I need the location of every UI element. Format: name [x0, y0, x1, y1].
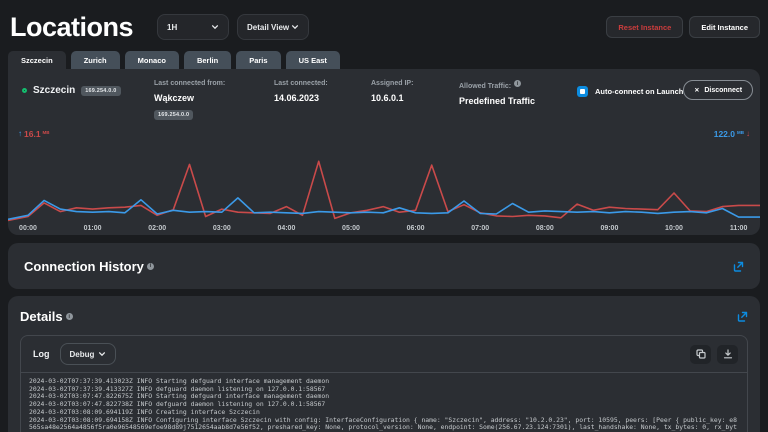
disconnect-button[interactable]: ✕ Disconnect: [683, 80, 753, 100]
field-allowed-traffic: Allowed Traffic:i Predefined Traffic: [459, 76, 577, 121]
connection-fields: Last connected from:Wąkczew169.254.0.0La…: [154, 76, 577, 121]
x-tick-label: 00:00: [19, 225, 37, 232]
info-icon[interactable]: i: [66, 313, 73, 320]
page-header: Locations 1H Detail View Reset Instance …: [0, 0, 768, 44]
connection-summary-row: Szczecin 169.254.0.0 Last connected from…: [8, 76, 760, 121]
autoconnect-checkbox[interactable]: Auto-connect on Launch: [577, 76, 683, 97]
log-card: Log Debug 2024-03-02T07:37:39.413023Z IN…: [20, 335, 748, 432]
x-tick-label: 09:00: [600, 225, 618, 232]
location-detail-panel: Szczecin 169.254.0.0 Last connected from…: [8, 69, 760, 235]
view-mode-value: Detail View: [247, 23, 289, 32]
time-range-value: 1H: [167, 23, 177, 32]
autoconnect-label: Auto-connect on Launch: [595, 87, 683, 96]
connection-name: Szczecin: [33, 85, 75, 96]
connection-ip-badge: 169.254.0.0: [81, 86, 120, 96]
download-log-button[interactable]: [717, 345, 738, 364]
tab-szczecin[interactable]: Szczecin: [8, 51, 66, 69]
view-mode-select[interactable]: Detail View: [237, 14, 309, 40]
connection-identity: Szczecin 169.254.0.0: [22, 76, 154, 96]
page-title: Locations: [10, 12, 133, 43]
x-tick-label: 08:00: [536, 225, 554, 232]
edit-instance-button[interactable]: Edit Instance: [689, 16, 760, 38]
x-tick-label: 03:00: [213, 225, 231, 232]
upload-total-unit: MB: [43, 130, 50, 135]
info-icon[interactable]: i: [147, 263, 154, 270]
download-total-unit: MB: [737, 130, 744, 135]
chevron-down-icon: [98, 350, 106, 358]
details-header: Details i: [20, 309, 748, 324]
field-label: Last connected from:: [154, 80, 274, 87]
upload-total-value: 16.1: [24, 129, 41, 139]
disconnect-label: Disconnect: [704, 87, 742, 94]
x-tick-label: 04:00: [277, 225, 295, 232]
expand-section-icon[interactable]: [737, 311, 748, 322]
x-tick-label: 11:00: [730, 225, 748, 232]
tab-us-east[interactable]: US East: [286, 51, 340, 69]
tab-berlin[interactable]: Berlin: [184, 51, 231, 69]
field-last-connected: Last connected: 14.06.2023: [274, 76, 371, 121]
tab-monaco[interactable]: Monaco: [125, 51, 179, 69]
log-level-select[interactable]: Debug: [60, 343, 116, 365]
details-title: Details: [20, 309, 63, 324]
arrow-down-icon: ↓: [746, 129, 750, 138]
download-total-stat: 122.0 MB ↓: [714, 129, 750, 139]
traffic-chart: 00:00 01:00 02:00 03:00 04:00 05:00 06:00 07:00…: [8, 139, 760, 239]
log-level-value: Debug: [70, 350, 95, 359]
field-value: 14.06.2023: [274, 93, 371, 103]
traffic-chart-lines: [8, 139, 760, 223]
traffic-stats-row: ↑ 16.1 MB 122.0 MB ↓: [8, 121, 760, 139]
log-label: Log: [33, 349, 50, 359]
download-total-value: 122.0: [714, 129, 735, 139]
log-line: 2024-03-02T03:08:09.694158Z INFO Configu…: [29, 417, 739, 432]
copy-icon: [696, 349, 706, 359]
field-value: 10.6.0.1: [371, 93, 459, 103]
tab-zurich[interactable]: Zurich: [71, 51, 120, 69]
chevron-down-icon: [291, 23, 299, 31]
x-tick-label: 06:00: [407, 225, 425, 232]
field-label: Last connected:: [274, 80, 371, 87]
x-tick-label: 10:00: [665, 225, 683, 232]
checkbox-checked-icon: [577, 86, 588, 97]
upload-total-stat: ↑ 16.1 MB: [18, 129, 50, 139]
time-range-select[interactable]: 1H: [157, 14, 229, 40]
field-label: Assigned IP:: [371, 80, 459, 87]
chart-x-axis: 00:00 01:00 02:00 03:00 04:00 05:00 06:00 07:00…: [8, 225, 760, 235]
x-tick-label: 01:00: [84, 225, 102, 232]
connection-history-section: Connection History i: [8, 243, 760, 289]
field-ip-badge: 169.254.0.0: [154, 110, 193, 120]
chevron-down-icon: [211, 23, 219, 31]
field-value: Wąkczew: [154, 93, 274, 103]
log-toolbar: Log Debug: [21, 336, 747, 372]
chart-line-upload: [8, 161, 760, 220]
tab-paris[interactable]: Paris: [236, 51, 280, 69]
copy-log-button[interactable]: [690, 345, 711, 364]
connection-history-title: Connection History: [24, 259, 144, 274]
info-icon[interactable]: i: [514, 80, 521, 87]
connection-status-icon: [22, 88, 27, 93]
field-value: Predefined Traffic: [459, 96, 577, 106]
arrow-up-icon: ↑: [18, 129, 22, 138]
field-label: Allowed Traffic:i: [459, 80, 577, 90]
download-icon: [723, 349, 733, 359]
field-last-connected-from: Last connected from: Wąkczew 169.254.0.0: [154, 76, 274, 121]
location-tabs: Szczecin Zurich Monaco Berlin Paris US East: [8, 51, 768, 69]
field-assigned-ip: Assigned IP: 10.6.0.1: [371, 76, 459, 121]
log-output[interactable]: 2024-03-02T07:37:39.413023Z INFO Startin…: [21, 372, 747, 432]
x-tick-label: 02:00: [148, 225, 166, 232]
details-section: Details i Log Debug 2024-03-02T07:37:39.…: [8, 296, 760, 432]
reset-instance-button[interactable]: Reset Instance: [606, 16, 683, 38]
x-tick-label: 05:00: [342, 225, 360, 232]
expand-section-icon[interactable]: [733, 261, 744, 272]
x-tick-label: 07:00: [471, 225, 489, 232]
close-icon: ✕: [694, 87, 699, 94]
